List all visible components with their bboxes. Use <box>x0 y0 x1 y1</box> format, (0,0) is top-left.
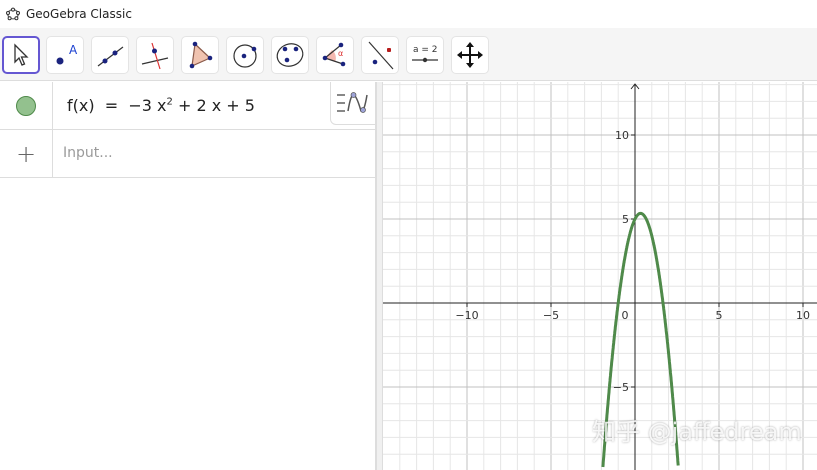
svg-text:A: A <box>69 43 78 57</box>
angle-tool[interactable]: α <box>316 36 354 74</box>
move-tool[interactable] <box>2 36 40 74</box>
slider-icon: a = 2 <box>412 45 438 63</box>
perpendicular-line-icon <box>141 42 169 70</box>
title-bar: GeoGebra Classic <box>0 0 817 28</box>
geogebra-logo-icon <box>6 7 20 21</box>
algebra-input-row[interactable]: + Input... <box>0 130 376 178</box>
toolbar: A α a = 2 <box>0 28 817 81</box>
watermark: 知乎 @jaffedream <box>592 418 802 446</box>
conic-tool[interactable] <box>271 36 309 74</box>
polygon-icon <box>189 41 213 69</box>
reflect-icon <box>368 41 394 70</box>
perpendicular-line-tool[interactable] <box>136 36 174 74</box>
x-tick-label: −5 <box>543 309 559 322</box>
algebra-input[interactable]: Input... <box>63 145 113 161</box>
svg-text:a = 2: a = 2 <box>413 45 438 55</box>
panel-splitter[interactable] <box>376 82 383 470</box>
point-icon: A <box>56 43 78 65</box>
x-tick-label: 0 <box>622 309 629 322</box>
angle-icon: α <box>322 42 346 67</box>
plus-icon[interactable]: + <box>16 140 36 168</box>
y-tick-label: 10 <box>615 129 629 142</box>
line-icon <box>97 46 124 67</box>
polygon-tool[interactable] <box>181 36 219 74</box>
graphics-view[interactable]: −10 −5 0 5 10 −5 5 10 <box>383 82 817 470</box>
window-title: GeoGebra Classic <box>26 7 132 21</box>
move-arrows-icon <box>457 42 483 68</box>
circle-tool[interactable] <box>226 36 264 74</box>
svg-text:α: α <box>338 49 343 58</box>
conic-icon <box>276 43 304 67</box>
point-tool[interactable]: A <box>46 36 84 74</box>
function-definition[interactable]: f(x) = −3 x2 + 2 x + 5 <box>67 96 255 115</box>
reflect-tool[interactable] <box>361 36 399 74</box>
algebra-style-button[interactable] <box>330 82 376 125</box>
slider-tool[interactable]: a = 2 <box>406 36 444 74</box>
x-tick-label: 5 <box>716 309 723 322</box>
x-tick-label: −10 <box>455 309 478 322</box>
algebra-description-icon <box>337 92 368 113</box>
x-tick-label: 10 <box>796 309 810 322</box>
visibility-dot-icon <box>16 96 36 116</box>
y-tick-label: 5 <box>622 213 629 226</box>
circle-icon <box>233 44 257 68</box>
arrow-cursor-icon <box>14 43 29 66</box>
algebra-view: f(x) = −3 x2 + 2 x + 5 + Input... <box>0 82 376 470</box>
move-graphics-view-tool[interactable] <box>451 36 489 74</box>
line-tool[interactable] <box>91 36 129 74</box>
y-tick-label: −5 <box>613 381 629 394</box>
visibility-toggle[interactable] <box>0 82 53 130</box>
algebra-item-f[interactable]: f(x) = −3 x2 + 2 x + 5 <box>0 82 376 130</box>
